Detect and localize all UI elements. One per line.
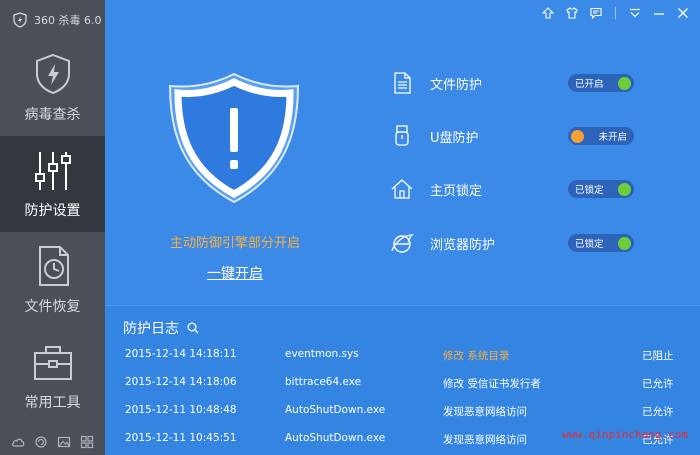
protection-label: 浏览器防护 (430, 237, 496, 253)
watermark: www.qinpinchang.com (562, 428, 688, 441)
log-action: 修改 受信证书发行者 (443, 378, 541, 390)
toggle-state: 已开启 (575, 79, 604, 90)
toggle-state: 已锁定 (575, 185, 604, 196)
sidebar-item-virus-scan[interactable]: 病毒查杀 (0, 40, 105, 136)
sidebar-item-protection-settings[interactable]: 防护设置 (0, 136, 105, 232)
file-protection-toggle[interactable]: 已开启 (568, 74, 634, 92)
log-action: 发现恶意网络访问 (443, 434, 527, 446)
shirt-icon (566, 7, 578, 19)
sidebar-item-label: 病毒查杀 (24, 107, 81, 123)
chat-icon (590, 7, 602, 19)
ie-icon (391, 234, 414, 253)
window-controls-divider (615, 7, 616, 19)
toggle-knob (571, 129, 584, 143)
protection-label: U盘防护 (430, 130, 479, 146)
app-title: 360 杀毒 6.0 (34, 14, 102, 27)
log-process: AutoShutDown.exe (285, 432, 386, 444)
skin-button[interactable] (563, 4, 581, 22)
log-result: 已允许 (642, 406, 674, 418)
protection-status-message: 主动防御引擎部分开启 (169, 236, 300, 251)
image-icon[interactable] (57, 435, 71, 449)
log-time: 2015-12-11 10:48:48 (125, 404, 237, 416)
protection-label: 文件防护 (430, 77, 483, 93)
log-process: eventmon.sys (285, 348, 359, 360)
toggle-knob (618, 76, 631, 90)
menu-button[interactable] (626, 4, 644, 22)
minimize-button[interactable] (650, 4, 668, 22)
file-icon (394, 72, 411, 94)
log-time: 2015-12-11 10:45:51 (125, 432, 237, 444)
protection-item-file: 文件防护 已开启 (390, 68, 650, 98)
log-time: 2015-12-14 14:18:11 (125, 348, 237, 360)
toggle-knob (618, 236, 631, 250)
table-row[interactable]: 2015-12-11 10:48:48 AutoShutDown.exe 发现恶… (105, 400, 700, 422)
homepage-lock-toggle[interactable]: 已锁定 (568, 180, 634, 198)
close-icon (678, 8, 688, 18)
sidebar-item-label: 文件恢复 (24, 299, 81, 315)
log-action: 发现恶意网络访问 (443, 406, 527, 418)
shield-bolt-icon (36, 53, 70, 95)
cloud-icon[interactable] (11, 435, 25, 449)
enable-all-link[interactable]: 一键开启 (207, 266, 263, 282)
app-brand: 360 杀毒 6.0 (0, 0, 105, 40)
close-button[interactable] (674, 4, 692, 22)
refresh-icon[interactable] (34, 435, 48, 449)
table-row[interactable]: 2015-12-14 14:18:06 bittrace64.exe 修改 受信… (105, 372, 700, 394)
menu-icon (630, 8, 640, 18)
toolbox-icon (34, 346, 72, 380)
grid-icon[interactable] (80, 435, 94, 449)
sliders-icon (35, 152, 71, 190)
enable-all-link-wrapper: 一键开启 (105, 263, 365, 283)
log-result: 已允许 (642, 378, 674, 390)
sidebar-item-file-recovery[interactable]: 文件恢复 (0, 232, 105, 328)
file-clock-icon (39, 246, 69, 286)
sidebar-item-common-tools[interactable]: 常用工具 (0, 328, 105, 424)
protection-item-browser: 浏览器防护 已锁定 (390, 228, 650, 258)
search-icon[interactable] (187, 322, 199, 334)
log-process: bittrace64.exe (285, 376, 362, 388)
protection-label: 主页锁定 (430, 183, 483, 199)
protection-item-usb: U盘防护 未开启 (390, 121, 650, 151)
upload-button[interactable] (539, 4, 557, 22)
log-action: 修改 系统目录 (443, 350, 510, 362)
minimize-icon (654, 13, 664, 15)
log-process: AutoShutDown.exe (285, 404, 386, 416)
log-result: 已阻止 (642, 350, 674, 362)
toggle-state: 已锁定 (575, 239, 604, 250)
warning-shield-icon (168, 72, 300, 204)
log-title: 防护日志 (123, 321, 179, 337)
toggle-state: 未开启 (598, 132, 627, 143)
protection-item-homepage: 主页锁定 已锁定 (390, 174, 650, 204)
home-icon (391, 179, 413, 199)
table-row[interactable]: 2015-12-14 14:18:11 eventmon.sys 修改 系统目录… (105, 344, 700, 366)
feedback-button[interactable] (587, 4, 605, 22)
usb-protection-toggle[interactable]: 未开启 (568, 127, 634, 145)
browser-protection-toggle[interactable]: 已锁定 (568, 234, 634, 252)
window-controls (539, 4, 692, 22)
sidebar-item-label: 常用工具 (24, 395, 81, 411)
sidebar-item-label: 防护设置 (24, 203, 81, 219)
sidebar-bottom-toolbar (0, 429, 105, 455)
log-time: 2015-12-14 14:18:06 (125, 376, 237, 388)
app-logo-icon (13, 12, 27, 28)
upload-icon (542, 7, 554, 19)
log-header: 防护日志 (123, 318, 199, 338)
sidebar: 360 杀毒 6.0 病毒查杀 防护设置 文件恢复 常用工具 (0, 0, 105, 455)
toggle-knob (618, 182, 631, 196)
usb-icon (395, 125, 409, 146)
